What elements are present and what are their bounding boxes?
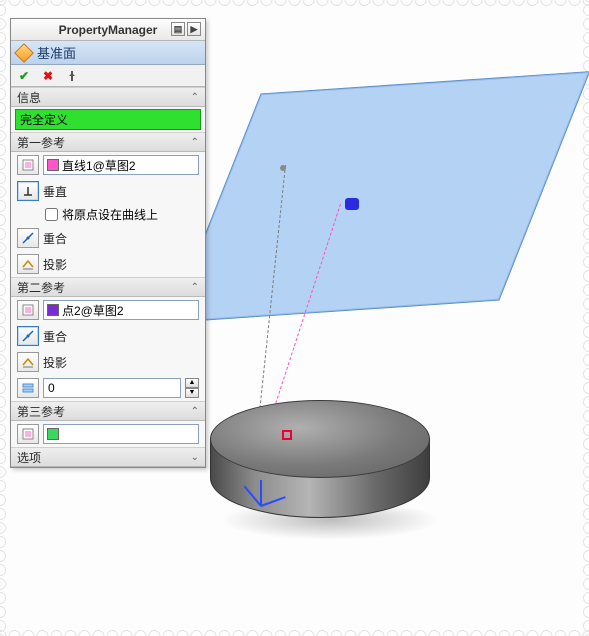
selection-icon[interactable]	[17, 155, 39, 175]
chevron-down-icon: ⌄	[191, 452, 199, 463]
ref2-body: 点2@草图2 重合 投影 0 ▲ ▼	[11, 297, 205, 401]
ref1-selection-text: 直线1@草图2	[62, 157, 136, 174]
ok-button[interactable]: ✔	[17, 69, 31, 83]
section-info-header[interactable]: 信息 ⌃	[11, 87, 205, 107]
info-body: 完全定义	[11, 107, 205, 132]
feature-name: 基准面	[37, 43, 76, 62]
offset-value: 0	[48, 381, 55, 395]
origin-marker	[282, 430, 292, 440]
ref1-body: 直线1@草图2 垂直 将原点设在曲线上 重合 投影	[11, 152, 205, 277]
origin-on-curve-checkbox[interactable]: 将原点设在曲线上	[11, 204, 205, 225]
offset-icon[interactable]	[17, 378, 39, 398]
coincident-icon[interactable]	[17, 228, 39, 248]
scene	[190, 20, 577, 624]
section-options-label: 选项	[17, 449, 41, 466]
offset-value-field[interactable]: 0	[43, 378, 181, 398]
selection-icon[interactable]	[17, 300, 39, 320]
section-ref3-header[interactable]: 第三参考 ⌃	[11, 401, 205, 421]
color-swatch-icon	[47, 304, 59, 316]
spin-down-button[interactable]: ▼	[185, 388, 199, 398]
ref2-project-label: 投影	[43, 354, 67, 371]
chevron-up-icon: ⌃	[191, 282, 199, 293]
chevron-up-icon: ⌃	[191, 92, 199, 103]
plane-feature-icon	[14, 43, 34, 63]
section-ref1-header[interactable]: 第一参考 ⌃	[11, 132, 205, 152]
action-bar: ✔ ✖	[11, 65, 205, 87]
section-ref2-label: 第二参考	[17, 279, 65, 296]
ref1-project-label: 投影	[43, 256, 67, 273]
ref2-selection-field[interactable]: 点2@草图2	[43, 300, 199, 320]
section-ref2-header[interactable]: 第二参考 ⌃	[11, 277, 205, 297]
ref1-coincident-label: 重合	[43, 230, 67, 247]
titlebar: PropertyManager ▤ ▶	[11, 19, 205, 41]
origin-on-curve-input[interactable]	[45, 208, 58, 221]
arrow-right-icon[interactable]: ▶	[187, 22, 201, 36]
section-ref1-label: 第一参考	[17, 134, 65, 151]
title-text: PropertyManager	[59, 23, 158, 37]
cylinder-body	[210, 400, 430, 545]
section-options-header[interactable]: 选项 ⌄	[11, 447, 205, 467]
normal-arrow-icon	[345, 198, 359, 210]
color-swatch-icon	[47, 159, 59, 171]
selection-icon[interactable]	[17, 424, 39, 444]
ref3-body	[11, 421, 205, 447]
property-manager-panel: PropertyManager ▤ ▶ 基准面 ✔ ✖ 信息 ⌃ 完全定义 第一…	[10, 18, 206, 468]
spin-up-button[interactable]: ▲	[185, 378, 199, 388]
datum-plane-preview	[170, 71, 589, 323]
project-icon[interactable]	[17, 254, 39, 274]
ref2-selection-text: 点2@草图2	[62, 302, 124, 319]
coincident-icon[interactable]	[17, 326, 39, 346]
status-badge: 完全定义	[15, 109, 201, 130]
pin-button[interactable]	[65, 69, 79, 83]
offset-spinner[interactable]: ▲ ▼	[185, 378, 199, 398]
section-ref3-label: 第三参考	[17, 403, 65, 420]
endpoint-dot	[280, 165, 286, 171]
ref1-selection-field[interactable]: 直线1@草图2	[43, 155, 199, 175]
color-swatch-icon	[47, 428, 59, 440]
section-info-label: 信息	[17, 89, 41, 106]
perpendicular-label: 垂直	[43, 183, 67, 200]
ref2-coincident-label: 重合	[43, 328, 67, 345]
perpendicular-icon[interactable]	[17, 181, 39, 201]
chevron-up-icon: ⌃	[191, 406, 199, 417]
split-icon[interactable]: ▤	[171, 22, 185, 36]
project-icon[interactable]	[17, 352, 39, 372]
chevron-up-icon: ⌃	[191, 137, 199, 148]
origin-on-curve-label: 将原点设在曲线上	[62, 206, 158, 223]
ref3-selection-field[interactable]	[43, 424, 199, 444]
feature-header: 基准面	[11, 41, 205, 65]
cancel-button[interactable]: ✖	[41, 69, 55, 83]
